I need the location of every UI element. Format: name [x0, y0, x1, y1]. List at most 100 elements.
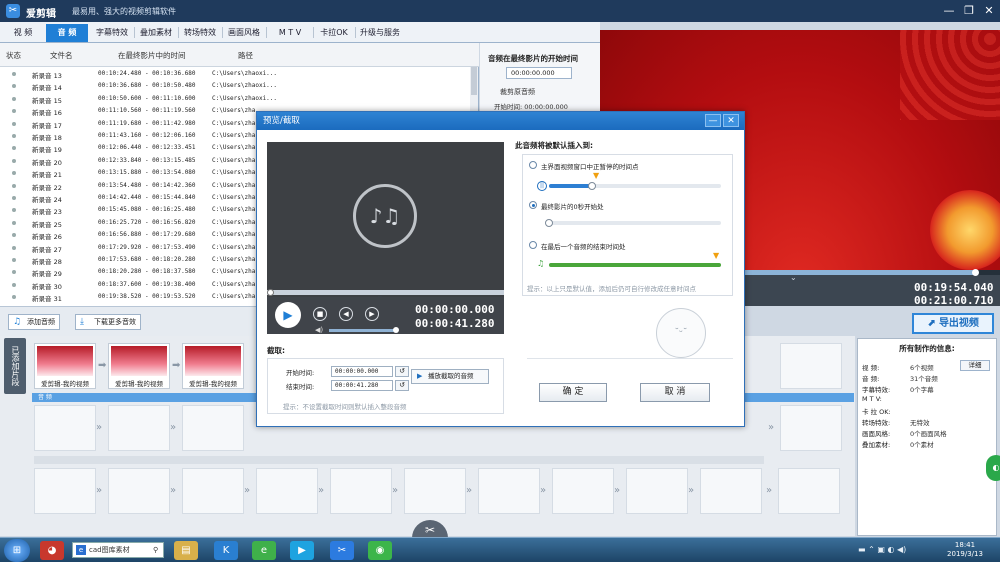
table-row[interactable]: 新录音 13 00:10:24.480 - 00:10:36.680 C:\User… [0, 68, 470, 80]
minimize-button[interactable]: — [940, 3, 958, 19]
preview-seek-handle[interactable] [972, 269, 979, 276]
col-filename[interactable]: 文件名 [50, 50, 73, 61]
tab-video[interactable]: 视 频 [4, 24, 42, 42]
status-dot-icon [12, 109, 16, 114]
tab-mtv[interactable]: M T V [268, 24, 312, 42]
trim-start-input[interactable]: 00:00:00.000 [331, 366, 393, 377]
media-player-icon[interactable]: ▶ [290, 541, 314, 560]
radio-movie-start[interactable] [529, 201, 537, 209]
download-sounds-button[interactable]: ⤓ 下载更多音效 [75, 314, 141, 330]
empty-clip-slot[interactable] [108, 405, 170, 451]
set-end-time-icon[interactable]: ↺ [395, 380, 409, 391]
taskbar-clock[interactable]: 18:41 2019/3/13 [940, 541, 990, 559]
k-app-icon[interactable]: K [214, 541, 238, 560]
scrollbar-thumb[interactable] [471, 67, 477, 95]
dialog-divider [527, 358, 733, 359]
close-button[interactable]: ✕ [980, 3, 998, 19]
dialog-minimize-button[interactable]: — [705, 114, 721, 127]
add-audio-button[interactable]: ♫ 添加音频 [8, 314, 60, 330]
empty-clip-slot[interactable] [182, 405, 244, 451]
detail-button[interactable]: 详细 [960, 360, 990, 371]
start-button-icon[interactable]: ⊞ [4, 539, 30, 562]
confirm-button[interactable]: 确 定 [539, 383, 607, 402]
status-dot-icon [12, 84, 16, 89]
player-seek-handle[interactable] [267, 289, 274, 296]
table-row[interactable]: 新录音 15 00:10:50.600 - 00:11:10.600 C:\User… [0, 93, 470, 105]
transition-arrow-icon: ➡ [172, 360, 181, 371]
row-time: 00:11:43.160 - 00:12:06.160 [98, 132, 196, 139]
system-tray-icons[interactable]: ▬ ⌃ ▣ ◐ ◀) [858, 545, 906, 554]
player-total-time: 00:00:41.280 [415, 317, 495, 330]
tab-subtitle-effects[interactable]: 字幕特效 [91, 24, 133, 42]
player-seekbar[interactable] [267, 289, 504, 296]
empty-clip-slot[interactable] [404, 468, 466, 514]
tab-audio[interactable]: 音 频 [46, 24, 88, 42]
empty-clip-slot[interactable] [108, 468, 170, 514]
empty-clip-slot[interactable] [552, 468, 614, 514]
previous-frame-icon[interactable]: ◀ [339, 307, 353, 321]
empty-clip-slot[interactable] [780, 405, 842, 451]
video-clip[interactable]: 爱剪辑-我的视频 [34, 343, 96, 389]
slider-handle[interactable] [588, 182, 596, 190]
empty-clip-slot[interactable] [182, 468, 244, 514]
video-clip[interactable]: 爱剪辑-我的视频 [108, 343, 170, 389]
cancel-button[interactable]: 取 消 [640, 383, 710, 402]
empty-clip-slot[interactable] [700, 468, 762, 514]
search-icon[interactable]: ⚲ [153, 543, 158, 557]
table-row[interactable]: 新录音 14 00:10:36.680 - 00:10:50.480 C:\User… [0, 80, 470, 92]
row-time: 00:19:38.520 - 00:19:53.520 [98, 293, 196, 301]
col-status[interactable]: 状态 [6, 50, 21, 61]
info-key: 转场特效: [862, 419, 891, 427]
tab-transition-effects[interactable]: 转场特效 [179, 24, 221, 42]
trim-end-input[interactable]: 00:00:41.280 [331, 380, 393, 391]
tab-overlay-materials[interactable]: 叠加素材 [135, 24, 177, 42]
tab-upgrade-service[interactable]: 升级与服务 [356, 24, 404, 42]
info-line-video: 视 频: 6个视频 [862, 362, 934, 372]
taskbar-search[interactable]: e cad图库素材 ⚲ [72, 542, 164, 558]
col-time-in-movie[interactable]: 在最终影片中的时间 [118, 50, 186, 61]
volume-handle[interactable] [393, 327, 399, 333]
ie-browser-icon[interactable]: e [252, 541, 276, 560]
empty-clip-slot[interactable] [34, 468, 96, 514]
next-frame-icon[interactable]: ▶ [365, 307, 379, 321]
trim-start-value[interactable]: 00:00:00.000 [524, 103, 568, 111]
empty-clip-slot[interactable] [626, 468, 688, 514]
tab-karaoke[interactable]: 卡拉OK [314, 24, 354, 42]
volume-slider[interactable] [329, 329, 397, 332]
empty-clip-slot[interactable] [778, 468, 840, 514]
clip-thumbnail [111, 346, 167, 376]
stop-icon[interactable]: ■ [313, 307, 327, 321]
restore-button[interactable]: ❐ [960, 3, 978, 19]
last-audio-end-slider[interactable] [549, 263, 721, 267]
empty-clip-slot[interactable] [330, 468, 392, 514]
paused-point-slider[interactable] [549, 182, 721, 190]
added-clips-side-tab[interactable]: 已添加片段 [4, 338, 26, 394]
empty-clip-slot[interactable] [34, 405, 96, 451]
chevron-down-icon[interactable]: ⌄ [790, 273, 797, 282]
marker-pin-icon: ▼ [593, 171, 600, 180]
row-path: C:\Users\zha [212, 243, 256, 251]
volume-icon[interactable]: ◀) [315, 326, 323, 334]
browser-icon[interactable]: ◕ [40, 541, 64, 560]
col-path[interactable]: 路径 [238, 50, 253, 61]
start-time-input[interactable]: 00:00:00.000 [506, 67, 572, 79]
wechat-icon[interactable]: ◉ [368, 541, 392, 560]
slider-handle[interactable] [545, 219, 553, 227]
empty-clip-slot[interactable] [780, 343, 842, 389]
set-start-time-icon[interactable]: ↺ [395, 366, 409, 377]
radio-paused-point[interactable] [529, 161, 537, 169]
radio-last-audio-end[interactable] [529, 241, 537, 249]
chat-bubble-icon[interactable]: ◐ [986, 455, 1000, 481]
file-explorer-icon[interactable]: ▤ [174, 541, 198, 560]
dialog-close-button[interactable]: ✕ [723, 114, 739, 127]
video-clip[interactable]: 爱剪辑-我的视频 [182, 343, 244, 389]
play-icon[interactable]: ▶ [275, 302, 301, 328]
video-editor-icon[interactable]: ✂ [330, 541, 354, 560]
tab-picture-style[interactable]: 画面风格 [223, 24, 265, 42]
empty-clip-slot[interactable] [478, 468, 540, 514]
movie-start-slider[interactable] [545, 219, 721, 227]
export-video-button[interactable]: ⬈ 导出视频 [912, 313, 994, 334]
row-time: 00:18:37.600 - 00:19:38.400 [98, 280, 196, 288]
play-trimmed-audio-button[interactable]: ▶ 播放截取的音频 [411, 369, 489, 384]
empty-clip-slot[interactable] [256, 468, 318, 514]
